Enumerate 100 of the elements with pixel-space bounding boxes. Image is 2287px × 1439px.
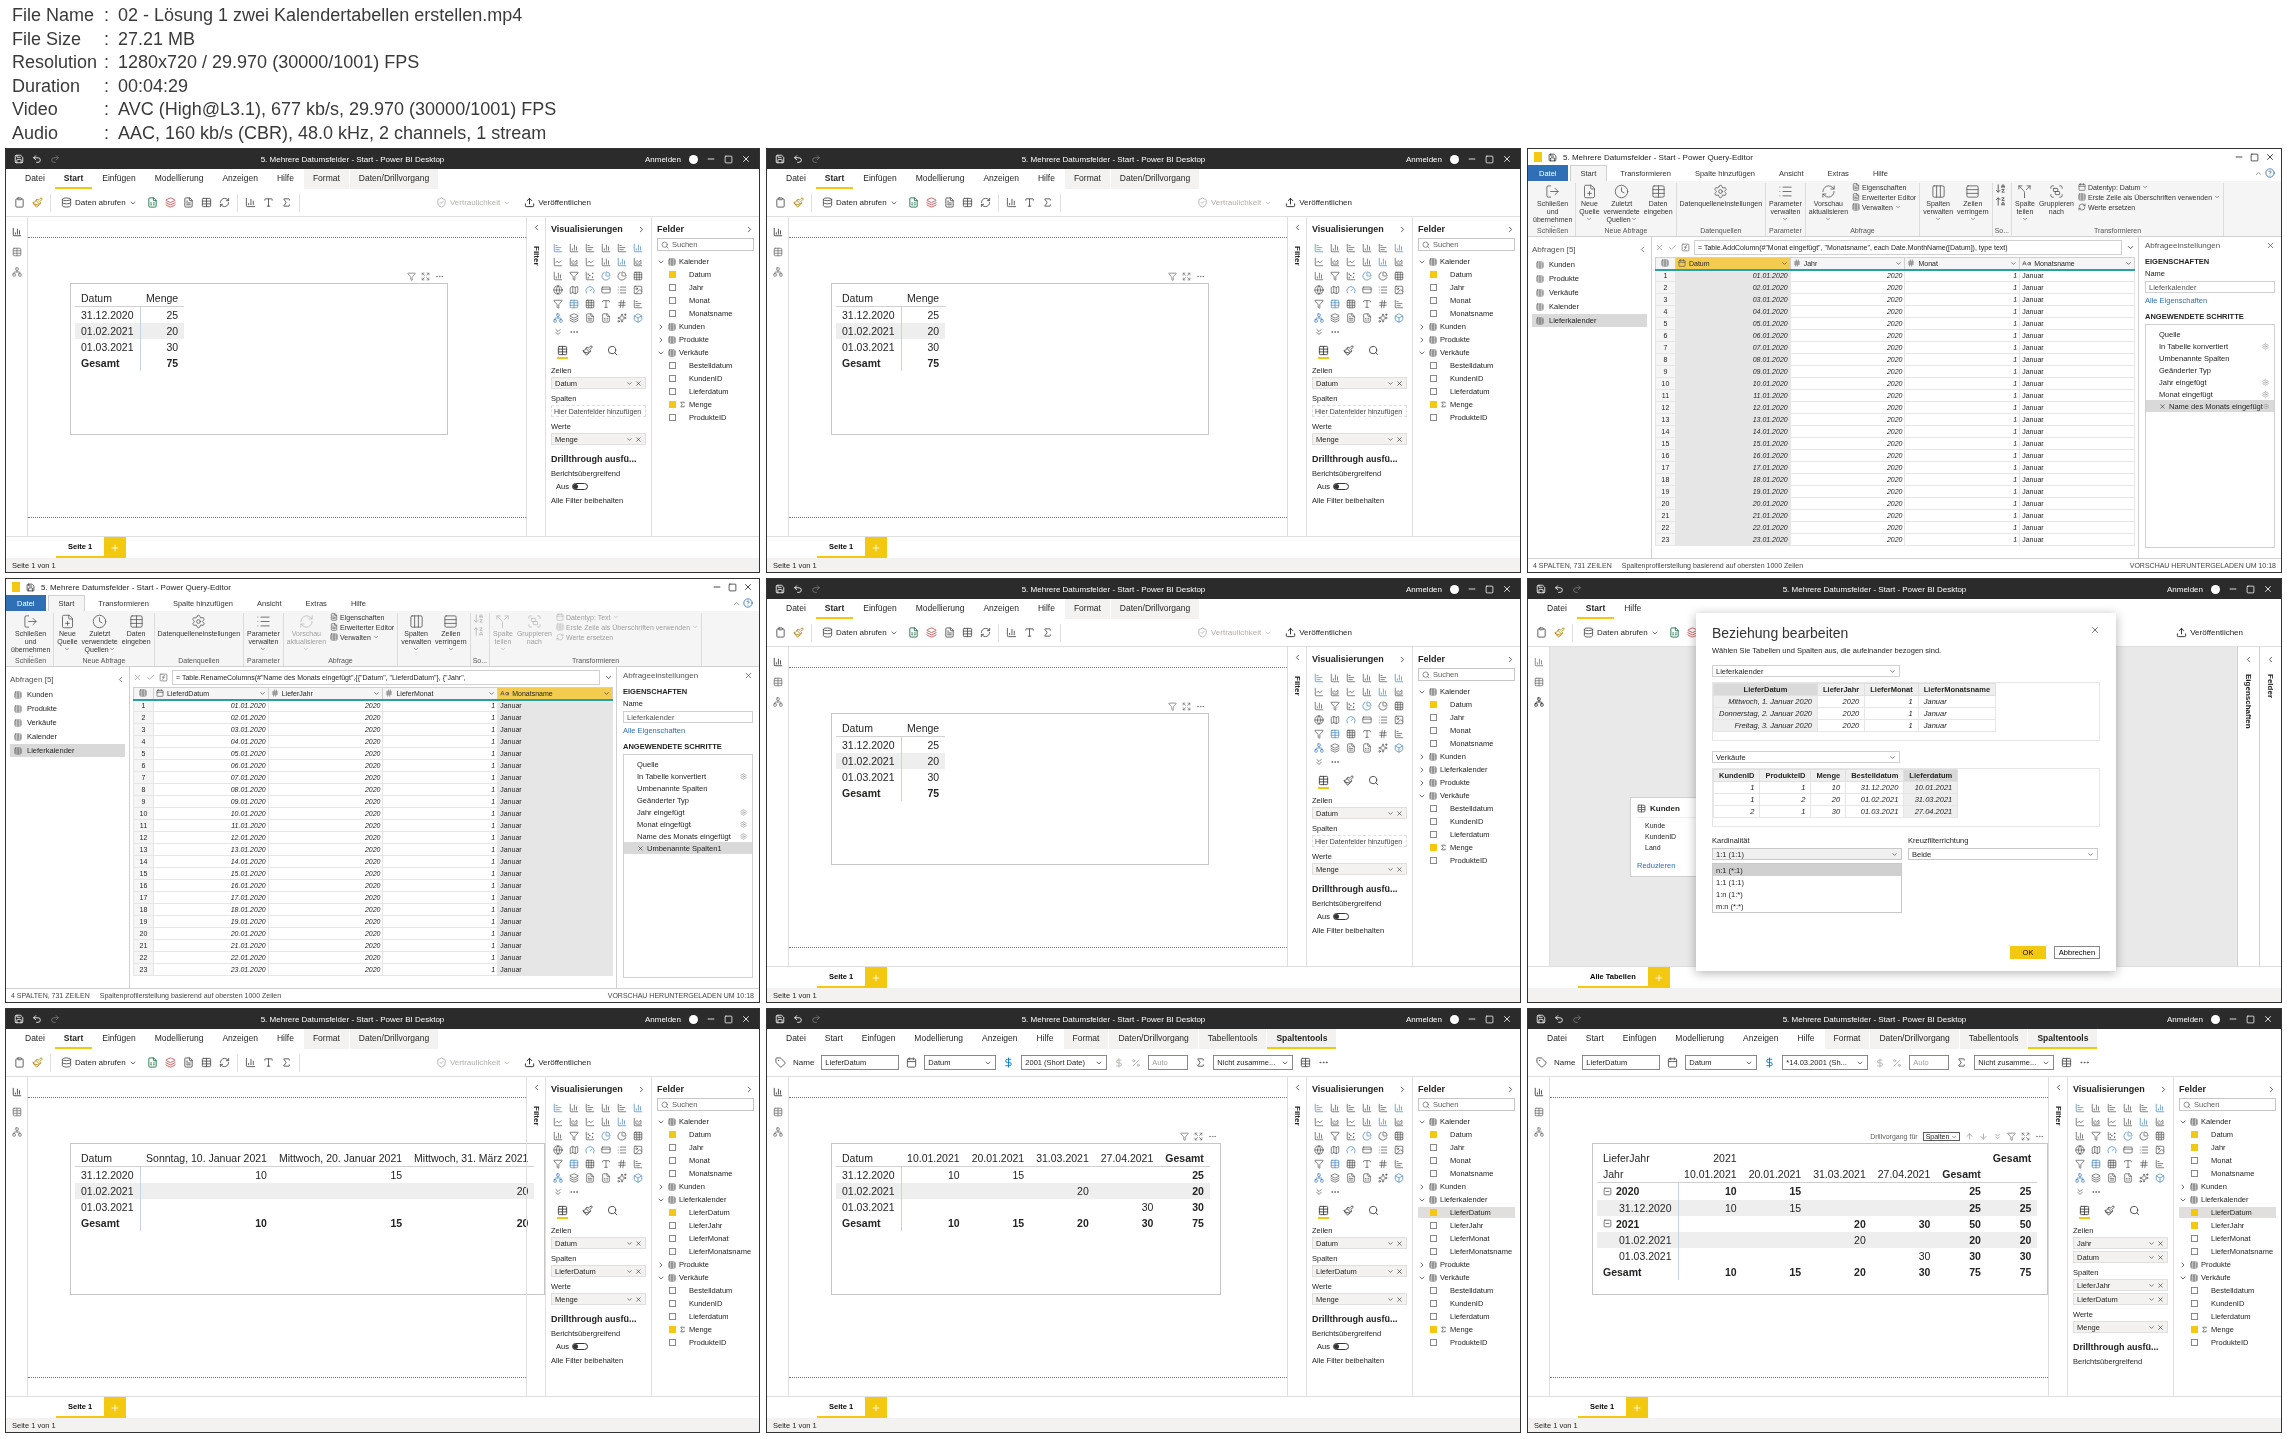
image-icon[interactable] <box>633 284 643 295</box>
caret-icon[interactable] <box>1780 259 1788 267</box>
checkbox[interactable] <box>669 1157 676 1164</box>
ribbon-tab[interactable]: Datei <box>16 169 54 189</box>
text-type-icon[interactable] <box>500 688 510 698</box>
model-view-icon[interactable] <box>772 1127 783 1137</box>
ribbon-tab[interactable]: Datei <box>1538 599 1576 619</box>
column-chart-icon[interactable] <box>2075 1130 2085 1141</box>
sign-in-link[interactable]: Anmelden <box>2166 584 2203 594</box>
remove-icon[interactable] <box>2157 1295 2164 1303</box>
ribbon-tab[interactable]: Daten/Drillvorgang <box>349 169 439 189</box>
document-icon[interactable] <box>585 1172 595 1183</box>
bar-chart-icon[interactable] <box>2155 1158 2165 1169</box>
checkbox[interactable] <box>2191 1157 2198 1164</box>
layers-icon[interactable] <box>164 197 176 208</box>
analytics-icon[interactable] <box>1368 775 1379 786</box>
toggle-switch[interactable] <box>1332 913 1349 920</box>
caret-icon[interactable] <box>2125 259 2132 267</box>
collapse-icon[interactable] <box>1603 1219 1612 1228</box>
bar-chart-icon[interactable] <box>2139 1102 2149 1113</box>
caret-icon[interactable] <box>488 689 496 697</box>
ribbon-tab[interactable]: Hilfe <box>1615 599 1651 619</box>
focus-icon[interactable] <box>1182 272 1191 281</box>
column-chart-icon[interactable] <box>1005 197 1017 208</box>
sigma-icon[interactable] <box>1041 627 1053 638</box>
chevron-left-icon[interactable] <box>2266 655 2275 664</box>
ribbon-tab[interactable]: Einfügen <box>93 1029 145 1049</box>
ribbon-tab[interactable]: Einfügen <box>852 1029 905 1049</box>
network-icon[interactable] <box>2075 1172 2085 1183</box>
line-chart-icon[interactable] <box>1314 256 1324 267</box>
column-chart-icon[interactable] <box>1378 686 1388 697</box>
ribbon-tab[interactable]: Einfügen <box>854 169 906 189</box>
chevron-right-icon[interactable] <box>745 1084 754 1094</box>
table-icon[interactable] <box>1330 298 1340 309</box>
column-chart-icon[interactable] <box>633 1102 643 1113</box>
checkbox[interactable] <box>2191 1287 2198 1294</box>
checkbox[interactable] <box>1430 1235 1437 1242</box>
ribbon-tab[interactable]: Modellierung <box>145 169 213 189</box>
sparkles-icon[interactable] <box>1378 742 1388 753</box>
caret-icon[interactable] <box>603 689 610 697</box>
area-chart-icon[interactable] <box>569 1116 579 1127</box>
column-chart-icon[interactable] <box>617 1116 627 1127</box>
delete-icon[interactable] <box>637 844 644 852</box>
model-view-icon[interactable] <box>772 697 783 707</box>
bar-chart-icon[interactable] <box>1346 242 1356 253</box>
paintbrush-icon[interactable] <box>1554 627 1565 638</box>
gear-icon[interactable] <box>2262 342 2269 350</box>
line-chart-icon[interactable] <box>585 1116 595 1127</box>
paintbrush-icon[interactable] <box>1343 775 1354 786</box>
focus-icon[interactable] <box>1193 1132 1203 1141</box>
filter-icon[interactable] <box>1168 702 1177 711</box>
remove-icon[interactable] <box>635 1267 642 1275</box>
undo-icon[interactable] <box>1554 1014 1564 1024</box>
model-view-icon[interactable] <box>1533 697 1544 707</box>
report-view-icon[interactable] <box>772 657 783 667</box>
caret-icon[interactable] <box>1387 1267 1394 1275</box>
checkbox[interactable] <box>2191 1300 2198 1307</box>
fields-tab-icon[interactable] <box>557 345 568 356</box>
sigma-icon[interactable] <box>280 197 292 208</box>
spreadsheet-icon[interactable] <box>907 197 919 208</box>
bar-chart-icon[interactable] <box>585 242 595 253</box>
chevrons-icon[interactable] <box>553 326 563 337</box>
more-icon[interactable] <box>1207 1132 1217 1141</box>
checkbox[interactable] <box>669 297 676 304</box>
layers-icon[interactable] <box>569 312 579 323</box>
chevron-right-icon[interactable] <box>1398 224 1407 234</box>
data-view-icon[interactable] <box>11 1107 22 1117</box>
ribbon-tab[interactable]: Format <box>303 169 349 189</box>
network-icon[interactable] <box>553 1172 563 1183</box>
model-view-icon[interactable] <box>1533 1127 1544 1137</box>
data-view-icon[interactable] <box>772 247 783 257</box>
network-icon[interactable] <box>553 312 563 323</box>
toggle-switch[interactable] <box>1332 483 1349 490</box>
pie-chart-icon[interactable] <box>1378 700 1388 711</box>
ribbon-tab[interactable]: Tabellentools <box>1198 1029 1267 1049</box>
table-icon[interactable] <box>200 1057 212 1068</box>
sign-in-link[interactable]: Anmelden <box>644 154 681 164</box>
refresh-icon[interactable] <box>979 627 991 638</box>
checkbox[interactable] <box>2191 1144 2198 1151</box>
caret-icon[interactable] <box>1895 259 1903 267</box>
ribbon-tab[interactable]: Einfügen <box>93 169 145 189</box>
fields-tab-icon[interactable] <box>1318 1205 1329 1216</box>
checkbox[interactable] <box>669 1313 676 1320</box>
data-view-icon[interactable] <box>11 247 22 257</box>
gear-icon[interactable] <box>2262 390 2269 398</box>
ribbon-tab[interactable]: Tabellentools <box>1959 1029 2028 1049</box>
line-chart-icon[interactable] <box>553 256 563 267</box>
remove-icon[interactable] <box>635 1239 642 1247</box>
hash-icon[interactable] <box>1378 1158 1388 1169</box>
checkbox[interactable] <box>2191 1326 2198 1333</box>
text-type-icon[interactable] <box>262 197 274 208</box>
analytics-icon[interactable] <box>607 345 618 356</box>
sparkles-icon[interactable] <box>617 312 627 323</box>
get-data-button[interactable]: Daten abrufen <box>1580 625 1662 640</box>
ribbon-tab[interactable]: Datei <box>777 169 815 189</box>
checkbox[interactable] <box>669 401 676 408</box>
network-icon[interactable] <box>1314 742 1324 753</box>
area-chart-icon[interactable] <box>1330 256 1340 267</box>
checkbox[interactable] <box>1430 831 1437 838</box>
cube-icon[interactable] <box>1394 1172 1404 1183</box>
